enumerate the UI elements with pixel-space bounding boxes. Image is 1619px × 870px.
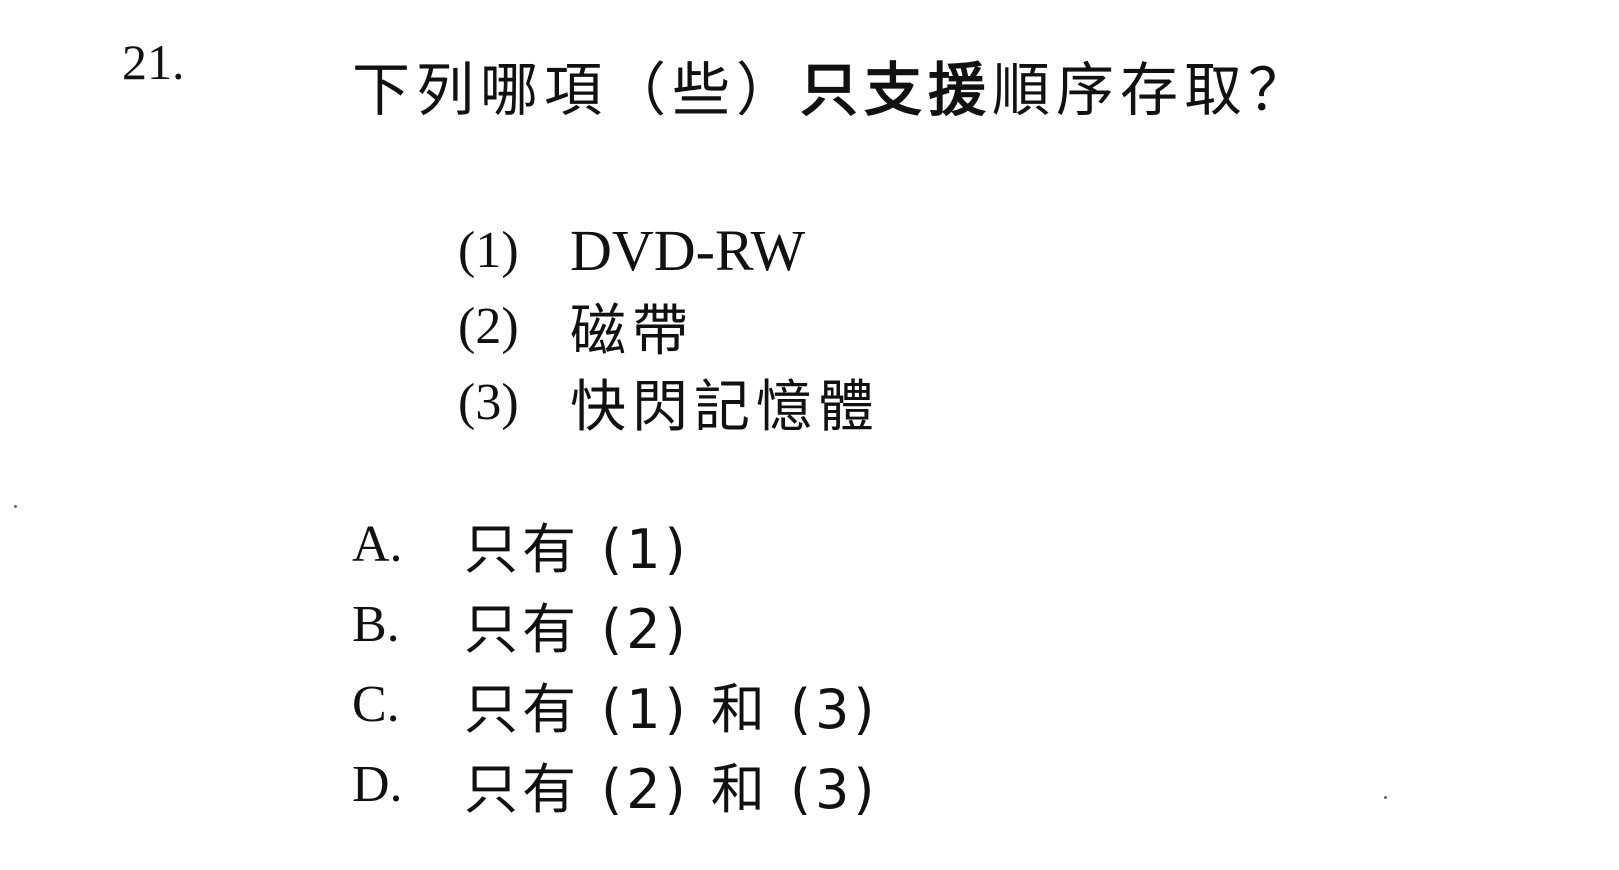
item-row-3: (3) 快閃記憶體 bbox=[458, 364, 1058, 440]
item-marker: (1) bbox=[458, 221, 519, 279]
option-letter: B. bbox=[352, 595, 400, 653]
item-text: 快閃記憶體 bbox=[570, 374, 880, 440]
option-c[interactable]: C. 只有 (1) 和 (3) bbox=[352, 664, 1052, 744]
question-stem-after: 順序存取？ bbox=[992, 56, 1313, 124]
question-stem-emphasis: 只支援 bbox=[800, 56, 993, 124]
item-marker: (2) bbox=[458, 297, 519, 355]
question-stem: 下列哪項（些）只支援順序存取？ bbox=[352, 50, 1312, 130]
option-d[interactable]: D. 只有 (2) 和 (3) bbox=[352, 744, 1052, 824]
item-list: (1) DVD-RW (2) 磁帶 (3) 快閃記憶體 bbox=[458, 212, 1058, 440]
option-letter: D. bbox=[352, 755, 403, 813]
item-marker: (3) bbox=[458, 373, 519, 431]
item-text: 磁帶 bbox=[570, 298, 694, 364]
option-b[interactable]: B. 只有 (2) bbox=[352, 584, 1052, 664]
option-letter: A. bbox=[352, 515, 403, 573]
scan-speck bbox=[14, 505, 17, 508]
option-letter: C. bbox=[352, 675, 400, 733]
item-row-1: (1) DVD-RW bbox=[458, 212, 1058, 288]
question-stem-before: 下列哪項（些） bbox=[352, 56, 801, 124]
option-text: 只有 (2) bbox=[464, 597, 690, 661]
question-number: 21. bbox=[122, 34, 185, 90]
item-text: DVD-RW bbox=[570, 217, 806, 283]
option-text: 只有 (1) 和 (3) bbox=[464, 677, 879, 741]
option-text: 只有 (1) bbox=[464, 517, 690, 581]
option-text: 只有 (2) 和 (3) bbox=[464, 757, 879, 821]
option-a[interactable]: A. 只有 (1) bbox=[352, 504, 1052, 584]
item-row-2: (2) 磁帶 bbox=[458, 288, 1058, 364]
answer-options: A. 只有 (1) B. 只有 (2) C. 只有 (1) 和 (3) D. 只… bbox=[352, 504, 1052, 824]
scan-speck bbox=[1384, 796, 1387, 799]
